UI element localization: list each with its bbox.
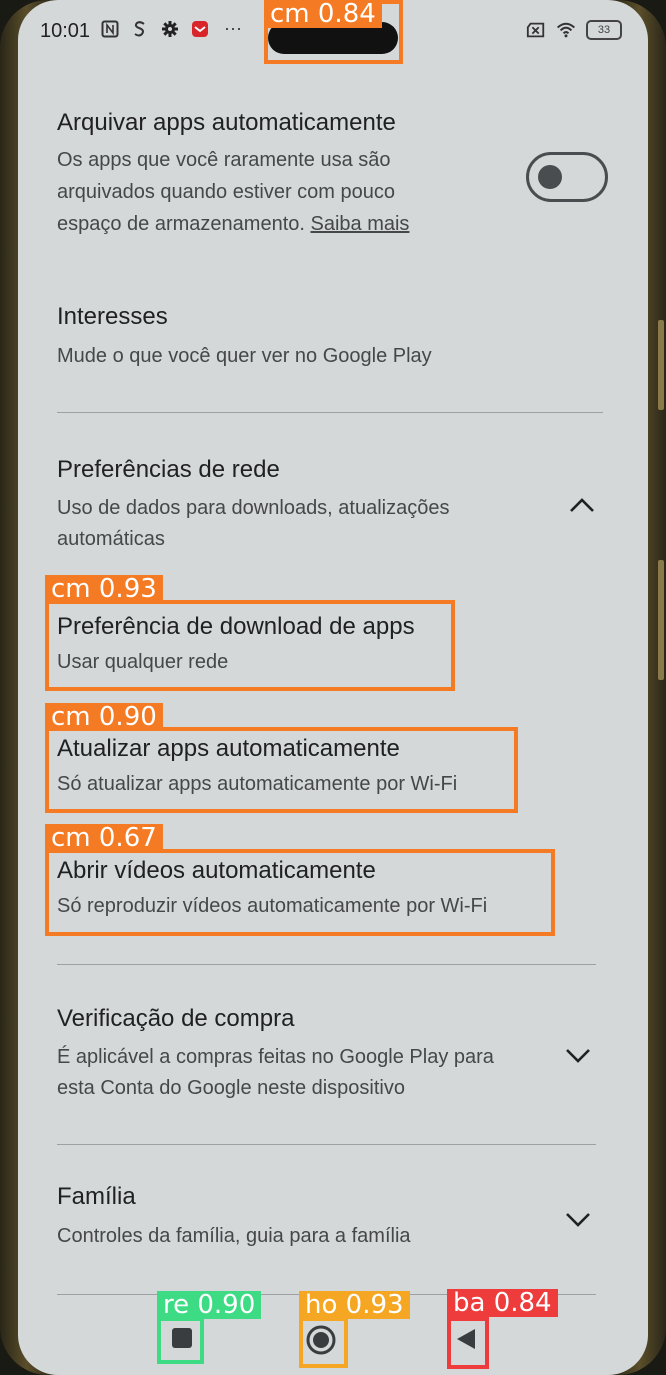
chevron-down-icon[interactable] [564, 1041, 592, 1069]
detection-box-download-preference [45, 600, 455, 691]
toggle-knob [538, 165, 562, 189]
setting-description: Controles da família, guia para a famíli… [57, 1225, 411, 1247]
setting-description: É aplicável a compras feitas no Google P… [57, 1042, 557, 1104]
no-sim-icon [526, 20, 546, 40]
gear-icon [160, 19, 180, 39]
battery-indicator: 33 [586, 20, 622, 40]
setting-network-preferences[interactable]: Preferências de rede Uso de dados para d… [57, 455, 617, 555]
wifi-icon [556, 20, 576, 40]
detection-label: ba 0.84 [447, 1289, 558, 1317]
divider [57, 964, 596, 965]
setting-description-line: arquivados quando estiver com pouco [57, 181, 395, 203]
chevron-up-icon[interactable] [568, 492, 596, 520]
status-time: 10:01 [40, 20, 91, 42]
detection-label: cm 0.90 [45, 703, 163, 731]
divider [57, 1144, 596, 1145]
setting-description-line: É aplicável a compras feitas no Google P… [57, 1046, 494, 1068]
setting-interests[interactable]: Interesses Mude o que você quer ver no G… [57, 302, 597, 372]
volume-button [658, 560, 664, 680]
learn-more-link[interactable]: Saiba mais [311, 213, 410, 235]
setting-title: Família [57, 1183, 136, 1210]
chevron-down-icon[interactable] [564, 1205, 592, 1233]
detection-label: ho 0.93 [299, 1291, 410, 1319]
detection-label: re 0.90 [157, 1291, 262, 1319]
setting-title: Arquivar apps automaticamente [57, 109, 396, 136]
detection-label: cm 0.67 [45, 824, 163, 852]
s-icon [130, 19, 150, 39]
setting-description-line: automáticas [57, 528, 165, 550]
setting-title: Preferências de rede [57, 456, 280, 483]
detection-box-auto-update [45, 727, 518, 813]
detection-box-recents [157, 1317, 204, 1364]
status-icons-left: ··· [100, 18, 242, 39]
setting-description: Os apps que você raramente usa são arqui… [57, 144, 497, 240]
setting-description-line: espaço de armazenamento. Saiba mais [57, 208, 497, 240]
setting-description-line: Os apps que você raramente usa são [57, 149, 391, 171]
setting-description: Mude o que você quer ver no Google Play [57, 345, 432, 367]
app-notification-icon [190, 19, 210, 39]
detection-label: cm 0.93 [45, 575, 163, 603]
setting-title: Verificação de compra [57, 1005, 295, 1032]
more-notifications-icon: ··· [224, 18, 242, 38]
setting-description-line: esta Conta do Google neste dispositivo [57, 1077, 405, 1099]
detection-label: cm 0.84 [264, 0, 382, 28]
setting-description-text: espaço de armazenamento. [57, 213, 311, 235]
setting-title: Interesses [57, 303, 168, 330]
divider [57, 412, 603, 413]
setting-description-line: Uso de dados para downloads, atualizaçõe… [57, 497, 450, 519]
setting-auto-archive[interactable]: Arquivar apps automaticamente Os apps qu… [57, 108, 497, 240]
status-icons-right: 33 [526, 20, 622, 40]
setting-family[interactable]: Família Controles da família, guia para … [57, 1182, 557, 1252]
setting-purchase-verification[interactable]: Verificação de compra É aplicável a comp… [57, 1004, 557, 1104]
detection-box-home [299, 1317, 348, 1368]
auto-archive-toggle[interactable] [526, 152, 608, 202]
nfc-icon [100, 19, 120, 39]
setting-description: Uso de dados para downloads, atualizaçõe… [57, 493, 617, 555]
power-button [658, 320, 664, 410]
detection-box-back [447, 1317, 489, 1369]
detection-box-auto-video [45, 849, 555, 936]
